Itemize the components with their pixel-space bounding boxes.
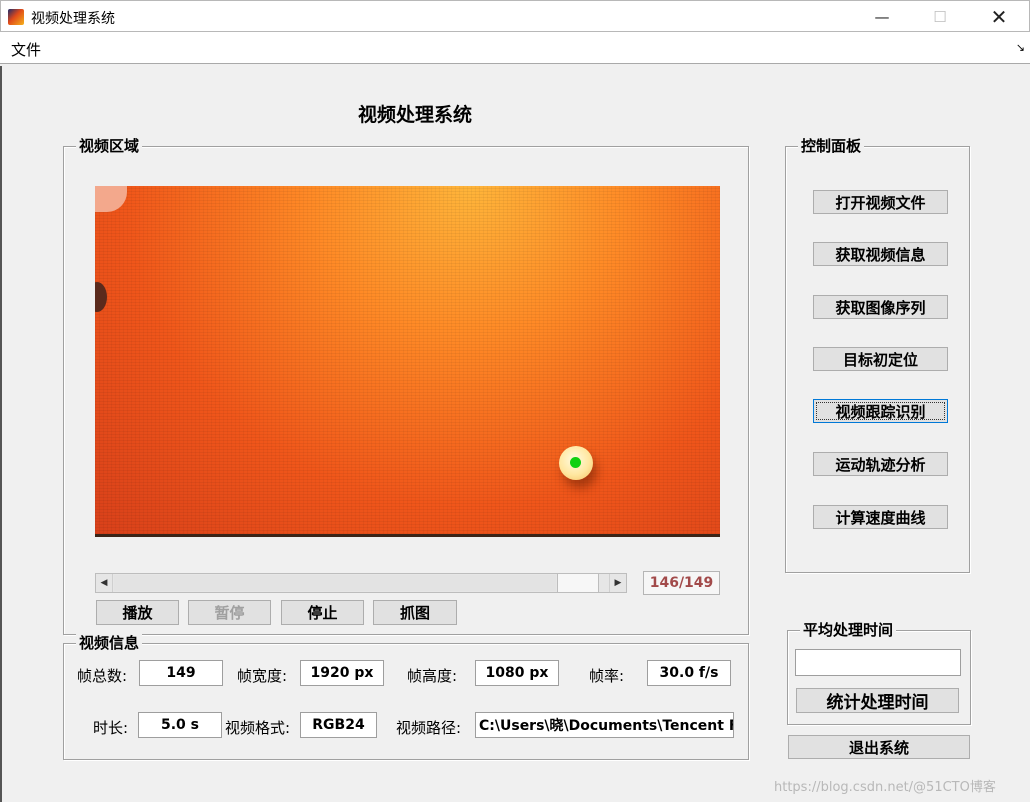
video-texture: [95, 186, 720, 534]
open-video-button[interactable]: 打开视频文件: [813, 190, 948, 214]
close-button[interactable]: ✕: [976, 1, 1022, 32]
stop-button[interactable]: 停止: [281, 600, 364, 625]
frame-counter: 146/149: [643, 571, 720, 595]
fps-label: 帧率:: [589, 667, 625, 685]
video-format-label: 视频格式:: [225, 719, 291, 737]
control-panel-label: 控制面板: [798, 137, 865, 155]
menu-bar: 文件 ↘: [0, 32, 1030, 64]
tracked-ball: [559, 446, 593, 480]
stat-time-button[interactable]: 统计处理时间: [796, 688, 959, 713]
page-title: 视频处理系统: [357, 104, 472, 126]
total-frames-label: 帧总数:: [77, 667, 128, 685]
frame-height-value: 1080 px: [475, 660, 559, 686]
slider-right-arrow-icon[interactable]: ▶: [609, 574, 626, 592]
avg-time-label: 平均处理时间: [800, 621, 897, 639]
matlab-app-icon: [8, 9, 24, 25]
minimize-button[interactable]: —: [859, 1, 905, 32]
video-format-value: RGB24: [300, 712, 377, 738]
pause-button[interactable]: 暂停: [188, 600, 271, 625]
video-frame: [95, 186, 720, 537]
frame-width-label: 帧宽度:: [237, 667, 288, 685]
duration-value: 5.0 s: [138, 712, 222, 738]
window-title: 视频处理系统: [31, 11, 115, 27]
speed-curve-button[interactable]: 计算速度曲线: [813, 505, 948, 529]
window-edge: [0, 66, 2, 802]
maximize-button[interactable]: ☐: [917, 1, 963, 32]
total-frames-value: 149: [139, 660, 223, 686]
frame-width-value: 1920 px: [300, 660, 384, 686]
get-video-info-button[interactable]: 获取视频信息: [813, 242, 948, 266]
video-area-label: 视频区域: [76, 137, 143, 155]
play-button[interactable]: 播放: [96, 600, 179, 625]
slider-left-arrow-icon[interactable]: ◀: [96, 574, 113, 592]
toolbar-toggle-icon[interactable]: ↘: [1016, 41, 1025, 54]
tracking-marker: [570, 457, 581, 468]
video-info-label: 视频信息: [76, 634, 143, 652]
avg-time-field[interactable]: [795, 649, 961, 676]
target-locate-button[interactable]: 目标初定位: [813, 347, 948, 371]
grab-frame-button[interactable]: 抓图: [373, 600, 457, 625]
get-image-sequence-button[interactable]: 获取图像序列: [813, 295, 948, 319]
trajectory-analysis-button[interactable]: 运动轨迹分析: [813, 452, 948, 476]
menu-file[interactable]: 文件: [11, 39, 41, 60]
video-tracking-button[interactable]: 视频跟踪识别: [813, 399, 948, 423]
frame-slider[interactable]: ◀ ▶: [95, 573, 627, 593]
duration-label: 时长:: [93, 719, 129, 737]
watermark: https://blog.csdn.net/@51CTO博客: [774, 780, 996, 795]
exit-system-button[interactable]: 退出系统: [788, 735, 970, 759]
fps-value: 30.0 f/s: [647, 660, 731, 686]
frame-height-label: 帧高度:: [407, 667, 458, 685]
video-path-label: 视频路径:: [396, 719, 462, 737]
video-path-value: C:\Users\晓\Documents\Tencent File: [475, 712, 734, 738]
title-bar: 视频处理系统 — ☐ ✕: [0, 0, 1030, 32]
slider-thumb[interactable]: [557, 574, 599, 592]
slider-track[interactable]: [114, 575, 556, 591]
